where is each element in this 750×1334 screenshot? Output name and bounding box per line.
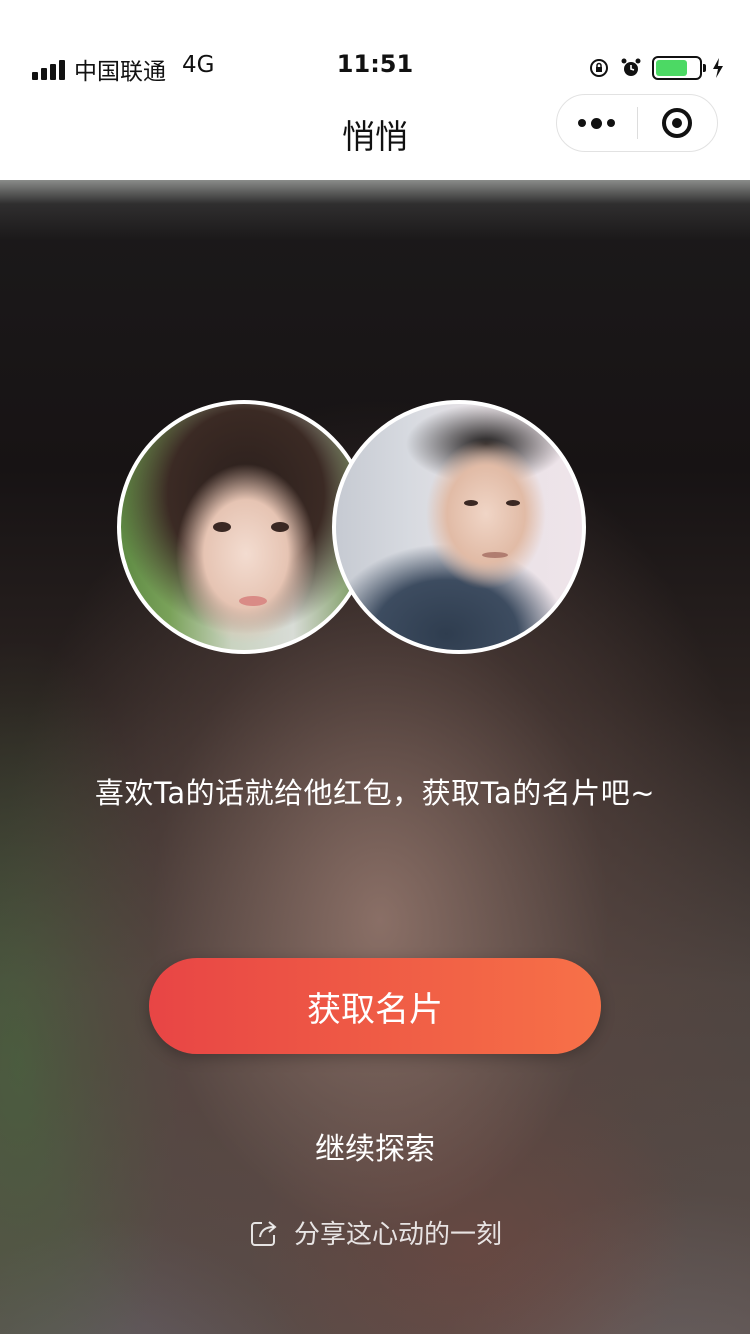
charging-icon: [713, 58, 723, 78]
match-prompt: 喜欢Ta的话就给他红包，获取Ta的名片吧~: [94, 776, 656, 810]
rotation-lock-icon: [590, 59, 608, 77]
battery-level: [656, 60, 687, 76]
share-label: 分享这心动的一刻: [293, 1220, 502, 1250]
battery-icon: [652, 56, 706, 80]
share-moment-link[interactable]: 分享这心动的一刻: [0, 1214, 750, 1251]
avatar-him[interactable]: [332, 400, 586, 654]
alarm-icon: [621, 58, 641, 76]
mini-program-capsule: [556, 94, 718, 152]
continue-explore-link[interactable]: 继续探索: [0, 1124, 750, 1168]
more-dots-icon[interactable]: [557, 95, 637, 151]
status-bar: 中国联通 4G 11:51: [0, 40, 750, 96]
target-close-icon[interactable]: [638, 95, 718, 151]
top-bar: 中国联通 4G 11:51 悄悄: [0, 0, 750, 180]
status-icons: [588, 52, 724, 84]
share-icon: [250, 1220, 277, 1246]
match-page: 中国联通 4G 11:51 悄悄 喜欢Ta的话就给他红包，获取Ta的名片吧~ 获…: [0, 0, 750, 1334]
get-card-button[interactable]: 获取名片: [149, 958, 601, 1054]
